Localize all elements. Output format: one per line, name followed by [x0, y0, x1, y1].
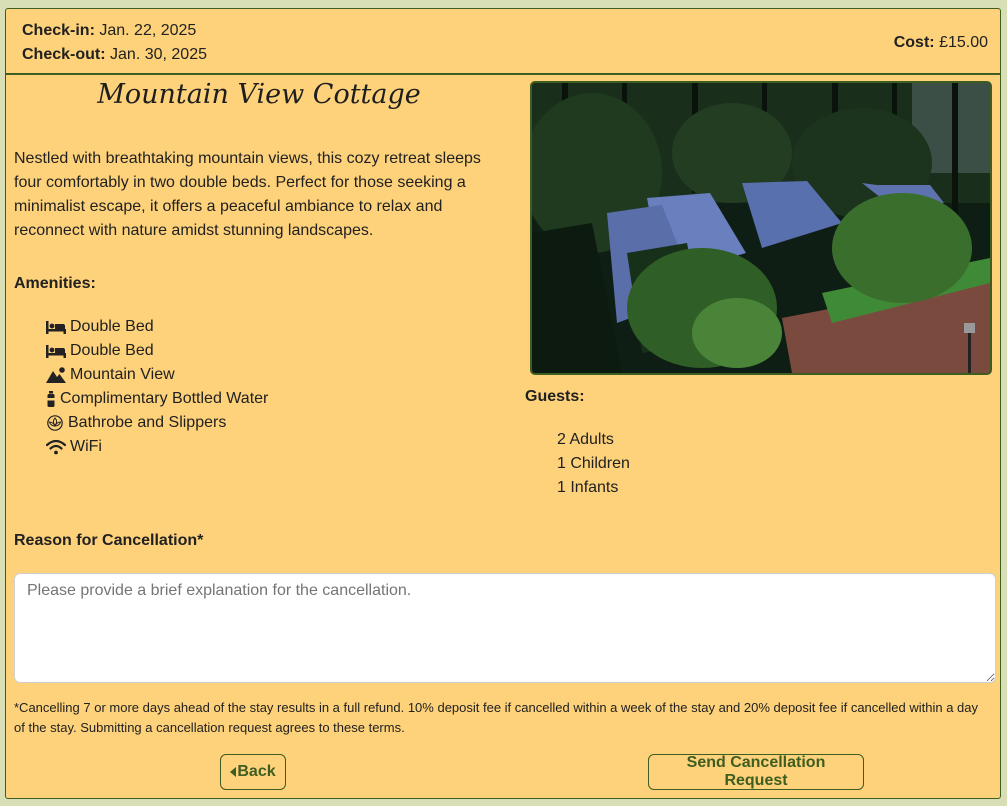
checkin-row: Check-in: Jan. 22, 2025: [22, 19, 207, 43]
mountain-sun-icon: [46, 367, 66, 383]
guest-adults: 2 Adults: [557, 431, 614, 448]
back-button-label: Back: [237, 763, 276, 780]
checkout-value: Jan. 30, 2025: [110, 46, 207, 63]
booking-summary-header: Check-in: Jan. 22, 2025 Check-out: Jan. …: [6, 9, 1000, 75]
amenities-heading: Amenities:: [14, 275, 96, 292]
cancellation-terms: *Cancelling 7 or more days ahead of the …: [14, 700, 979, 735]
checkin-value: Jan. 22, 2025: [99, 22, 197, 39]
back-button[interactable]: Back: [220, 754, 286, 790]
amenity-label: Mountain View: [70, 366, 175, 383]
wifi-icon: [46, 439, 66, 455]
amenity-item: WiFi: [46, 435, 268, 459]
guests-list: 2 Adults 1 Children 1 Infants: [557, 428, 630, 500]
checkout-row: Check-out: Jan. 30, 2025: [22, 43, 207, 67]
spa-icon: [46, 415, 64, 431]
cost-row: Cost: £15.00: [894, 31, 988, 55]
booking-card: Check-in: Jan. 22, 2025 Check-out: Jan. …: [5, 8, 1001, 799]
stay-dates: Check-in: Jan. 22, 2025 Check-out: Jan. …: [22, 19, 207, 67]
amenities-list: Double Bed Double Bed Mountain View Comp…: [46, 315, 268, 459]
amenity-item: Complimentary Bottled Water: [46, 387, 268, 411]
checkout-label: Check-out:: [22, 46, 106, 63]
amenity-label: WiFi: [70, 438, 102, 455]
cancellation-reason-label: Reason for Cancellation*: [14, 532, 204, 549]
send-cancellation-request-button[interactable]: Send Cancellation Request: [648, 754, 864, 790]
amenity-item: Double Bed: [46, 315, 268, 339]
amenity-label: Complimentary Bottled Water: [60, 390, 269, 407]
cancellation-reason-input[interactable]: [14, 573, 996, 683]
amenity-label: Bathrobe and Slippers: [68, 414, 227, 431]
guests-heading: Guests:: [525, 388, 585, 405]
bed-icon: [46, 343, 66, 359]
property-description: Nestled with breathtaking mountain views…: [14, 150, 481, 239]
amenity-label: Double Bed: [70, 318, 154, 335]
bed-icon: [46, 319, 66, 335]
bottle-icon: [46, 391, 56, 407]
amenity-label: Double Bed: [70, 342, 154, 359]
caret-left-icon: [230, 767, 237, 777]
cost-label: Cost:: [893, 34, 935, 51]
amenity-item: Bathrobe and Slippers: [46, 411, 268, 435]
amenity-item: Mountain View: [46, 363, 268, 387]
cost-value: £15.00: [939, 34, 988, 51]
send-button-label: Send Cancellation Request: [686, 754, 826, 789]
property-title: Mountain View Cottage: [97, 79, 421, 110]
guest-infants: 1 Infants: [557, 479, 619, 496]
checkin-label: Check-in:: [22, 22, 95, 39]
amenity-item: Double Bed: [46, 339, 268, 363]
property-photo: [530, 81, 992, 375]
guest-children: 1 Children: [557, 455, 630, 472]
